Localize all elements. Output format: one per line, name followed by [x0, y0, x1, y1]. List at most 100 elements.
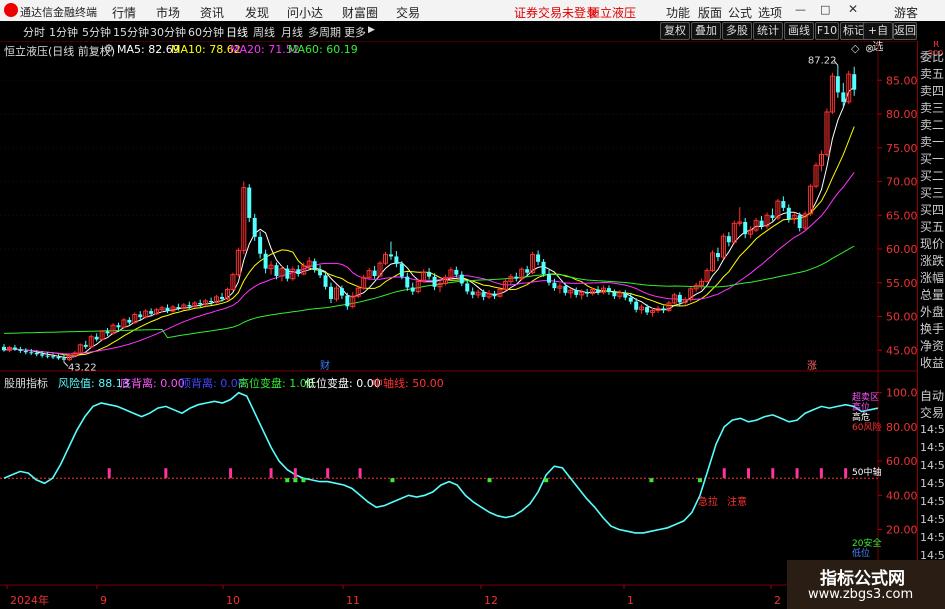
candle-body [318, 269, 323, 276]
quote-side-panel: R 300 委比 卖五 卖四 卖三 卖二 卖一 买一 买二 买三 买四 买五 现价 涨跌 涨幅 总量 外盘 换手… [917, 41, 945, 609]
candle-body [399, 263, 404, 277]
event-marker-zhang: 涨 [807, 360, 817, 372]
close-icon[interactable]: ✕ [848, 2, 858, 16]
tick-time: 14:56 [920, 477, 945, 490]
period-weekly[interactable]: 周线 [253, 24, 275, 40]
candle-body [454, 269, 459, 275]
panel-mode-label[interactable]: 自动 [920, 387, 944, 404]
period-more[interactable]: 更多 [344, 24, 366, 40]
signal-dot [285, 478, 290, 483]
menu-gongshi[interactable]: 公式 [728, 4, 752, 21]
period-toolbar: 分时 1分钟 5分钟 15分钟 30分钟 60分钟 日线 周线 月线 多周期 更… [0, 21, 945, 53]
back-button[interactable]: 返回 [893, 22, 917, 40]
menu-zixun[interactable]: 资讯 [200, 4, 224, 21]
period-5min[interactable]: 5分钟 [82, 24, 111, 40]
menu-xuanxiang[interactable]: 选项 [758, 4, 782, 21]
candle-body [786, 207, 791, 220]
menu-jiaoyi[interactable]: 交易 [396, 4, 420, 21]
annot-top-c: 高危 [852, 411, 870, 423]
quote-field-label: 收益 [920, 356, 945, 370]
period-multi[interactable]: 多周期 [308, 24, 341, 40]
period-60min[interactable]: 60分钟 [188, 24, 224, 40]
candle [753, 217, 759, 233]
candle-body [841, 92, 846, 102]
candle [427, 267, 432, 280]
menu-faxian[interactable]: 发现 [245, 4, 269, 21]
event-marker-cai: 财 [320, 359, 330, 372]
period-fenshi[interactable]: 分时 [23, 24, 45, 40]
tick-time: 14:56 [920, 495, 945, 508]
period-daily[interactable]: 日线 [226, 24, 248, 40]
candle [350, 292, 356, 309]
quote-field-label: 总量 [920, 288, 945, 302]
candle [323, 271, 328, 290]
candle-body [835, 76, 840, 93]
duogu-button[interactable]: 多股 [722, 22, 752, 40]
candle [312, 258, 317, 273]
period-30min[interactable]: 30分钟 [150, 24, 186, 40]
candle [715, 247, 720, 262]
candle [606, 285, 611, 295]
price-tick-label: 85.00 [886, 74, 917, 87]
menu-banmian[interactable]: 版面 [698, 4, 722, 21]
candle [541, 259, 546, 277]
menu-shichang[interactable]: 市场 [156, 4, 180, 21]
diejia-button[interactable]: 叠加 [691, 22, 721, 40]
candle-body [677, 294, 682, 303]
candle [829, 72, 835, 114]
candle [99, 330, 105, 341]
guest-user[interactable]: 游客 [894, 4, 918, 21]
candle [502, 279, 508, 292]
signal-bar [795, 468, 799, 479]
candle [797, 212, 802, 232]
price-tick-label: 55.00 [886, 277, 917, 290]
candle [258, 231, 263, 259]
ind-tick-label: 40.00 [886, 489, 917, 502]
candle-body [470, 291, 475, 295]
kline-chart[interactable]: 85.00 80.00 75.00 70.00 65.00 60.00 55.00 50.00… [0, 41, 917, 609]
menu-gongneng[interactable]: 功能 [666, 4, 690, 21]
quote-field-label: 涨幅 [920, 271, 945, 285]
candle [285, 265, 290, 282]
minimize-icon[interactable]: — [795, 3, 806, 16]
ma-lines [3, 86, 855, 358]
signal-bar [229, 468, 233, 479]
trade-login-notice[interactable]: 证券交易未登录 [514, 4, 598, 21]
period-15min[interactable]: 15分钟 [113, 24, 149, 40]
candle [252, 213, 257, 241]
signal-bar [269, 468, 273, 479]
candle [688, 286, 694, 302]
signal-dot [301, 478, 306, 483]
signal-bar [326, 468, 330, 479]
candle [693, 282, 699, 293]
candle [639, 304, 645, 314]
candle [83, 340, 88, 349]
more-dropdown-icon[interactable]: ▶ [368, 25, 375, 35]
menu-caifuquan[interactable]: 财富圈 [342, 4, 378, 21]
menu-hangqing[interactable]: 行情 [112, 4, 136, 21]
quote-field-label: 卖三 [920, 101, 945, 115]
f10-button[interactable]: F10 [815, 22, 839, 40]
quote-field-label: 换手 [920, 322, 945, 336]
candle-body [138, 314, 143, 318]
candle-body [198, 303, 203, 305]
price-tick-label: 65.00 [886, 209, 917, 222]
add-watchlist-button[interactable]: +自选 [863, 22, 893, 53]
maximize-icon[interactable]: □ [820, 3, 830, 16]
annot-bot-b: 低位 [852, 547, 870, 559]
tongji-button[interactable]: 统计 [753, 22, 783, 40]
candle-body [405, 276, 410, 288]
annot-top-d: 60风险 [852, 421, 881, 433]
menu-wenxiaoda[interactable]: 问小达 [287, 4, 323, 21]
period-1min[interactable]: 1分钟 [49, 24, 78, 40]
candle [235, 247, 241, 277]
ind-tick-label: 80.00 [886, 421, 917, 434]
quote-field-label: 买一 [920, 152, 945, 166]
xaxis-label: 2 [774, 594, 781, 607]
huaxian-button[interactable]: 画线 [784, 22, 814, 40]
fuquan-button[interactable]: 复权 [660, 22, 690, 40]
candle-body [465, 283, 470, 292]
candlesticks [2, 65, 857, 363]
panel-mode-label[interactable]: 交易 [920, 404, 944, 421]
period-monthly[interactable]: 月线 [281, 24, 303, 40]
